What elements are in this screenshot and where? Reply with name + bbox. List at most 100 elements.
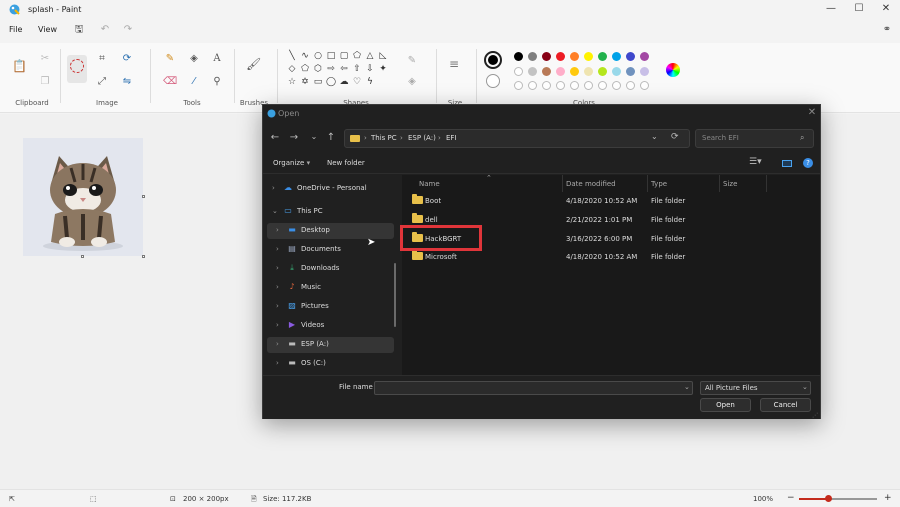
palette-row2-swatch-2[interactable]: [542, 67, 551, 76]
palette-row2-swatch-0[interactable]: [514, 67, 523, 76]
size-lines-icon[interactable]: ≡: [447, 57, 461, 71]
forward-arrow-icon[interactable]: →: [286, 132, 302, 143]
custom-color-slot-4[interactable]: [570, 81, 579, 90]
callout-oval-shape-icon[interactable]: ◯: [325, 77, 337, 87]
edit-colors-icon[interactable]: [666, 63, 680, 77]
expand-chevron-icon[interactable]: ›: [276, 283, 279, 291]
column-header-name[interactable]: Name: [419, 180, 440, 188]
arrow-up-shape-icon[interactable]: ⇧: [351, 64, 363, 74]
palette-row2-swatch-4[interactable]: [570, 67, 579, 76]
file-name-dropdown-chevron-icon[interactable]: ⌄: [684, 383, 690, 391]
dialog-close-button[interactable]: ✕: [804, 107, 820, 118]
organize-menu[interactable]: Organize ▾: [273, 159, 310, 167]
fill-shape-icon[interactable]: ◈: [405, 75, 419, 89]
line-shape-icon[interactable]: ╲: [286, 51, 298, 61]
palette-row1-swatch-1[interactable]: [528, 52, 537, 61]
expand-chevron-icon[interactable]: ›: [276, 340, 279, 348]
palette-row1-swatch-4[interactable]: [570, 52, 579, 61]
minimize-button[interactable]: —: [817, 0, 845, 19]
custom-color-slot-6[interactable]: [598, 81, 607, 90]
expand-chevron-icon[interactable]: ›: [276, 245, 279, 253]
arrow-left-shape-icon[interactable]: ⇦: [338, 64, 350, 74]
polygon-shape-icon[interactable]: ⬠: [351, 51, 363, 61]
copy-icon[interactable]: ❐: [38, 75, 52, 89]
nav-item-music[interactable]: › ♪ Music: [267, 280, 394, 296]
eraser-icon[interactable]: ⌫: [163, 75, 177, 89]
open-button[interactable]: Open: [700, 398, 751, 412]
nav-item-os-drive[interactable]: › ▬ OS (C:): [267, 356, 394, 372]
palette-row1-swatch-0[interactable]: [514, 52, 523, 61]
flip-icon[interactable]: ⇋: [120, 75, 134, 89]
palette-row1-swatch-3[interactable]: [556, 52, 565, 61]
palette-row1-swatch-5[interactable]: [584, 52, 593, 61]
file-row-boot[interactable]: Boot 4/18/2020 10:52 AM File folder: [402, 193, 820, 211]
nav-item-downloads[interactable]: › ⤓ Downloads: [267, 261, 394, 277]
arrow-right-shape-icon[interactable]: ⇨: [325, 64, 337, 74]
palette-row1-swatch-2[interactable]: [542, 52, 551, 61]
lightning-shape-icon[interactable]: ϟ: [364, 77, 376, 87]
curve-shape-icon[interactable]: ∿: [299, 51, 311, 61]
custom-color-slot-3[interactable]: [556, 81, 565, 90]
secondary-color-well[interactable]: [486, 74, 500, 88]
nav-item-onedrive[interactable]: › ☁ OneDrive - Personal: [263, 181, 390, 197]
breadcrumb-esp[interactable]: ESP (A:): [408, 134, 436, 142]
palette-row2-swatch-1[interactable]: [528, 67, 537, 76]
resize-handle-right[interactable]: [142, 195, 145, 198]
palette-row1-swatch-6[interactable]: [598, 52, 607, 61]
expand-chevron-icon[interactable]: ›: [276, 359, 279, 367]
view-options-icon[interactable]: ☰▾: [749, 157, 762, 167]
pentagon-shape-icon[interactable]: ⬠: [299, 64, 311, 74]
star6-shape-icon[interactable]: ✡: [299, 77, 311, 87]
palette-row2-swatch-7[interactable]: [612, 67, 621, 76]
custom-color-slot-9[interactable]: [640, 81, 649, 90]
palette-row1-swatch-9[interactable]: [640, 52, 649, 61]
zoom-out-button[interactable]: −: [787, 493, 795, 503]
nav-item-this-pc[interactable]: ⌄ ▭ This PC: [263, 204, 390, 220]
heart-shape-icon[interactable]: ♡: [351, 77, 363, 87]
shapes-gallery[interactable]: ╲ ∿ ○ □ ▢ ⬠ △ ◺ ◇ ⬠ ⬡ ⇨ ⇦ ⇧ ⇩ ✦ ☆ ✡ ▭ ◯ …: [286, 51, 392, 95]
rotate-icon[interactable]: ⟳: [120, 52, 134, 66]
undo-icon[interactable]: ↶: [98, 23, 112, 37]
brush-icon[interactable]: 🖌: [246, 57, 261, 71]
callout-cloud-shape-icon[interactable]: ☁: [338, 77, 350, 87]
nav-item-videos[interactable]: › ▶ Videos: [267, 318, 394, 334]
paste-icon[interactable]: 📋: [12, 59, 27, 73]
hexagon-shape-icon[interactable]: ⬡: [312, 64, 324, 74]
up-arrow-icon[interactable]: ↑: [323, 132, 339, 143]
breadcrumb-efi[interactable]: EFI: [446, 134, 457, 142]
palette-row1-swatch-7[interactable]: [612, 52, 621, 61]
arrow-down-shape-icon[interactable]: ⇩: [364, 64, 376, 74]
fill-icon[interactable]: ◈: [187, 52, 201, 66]
palette-row1-swatch-8[interactable]: [626, 52, 635, 61]
expand-chevron-icon[interactable]: ›: [276, 226, 279, 234]
triangle-shape-icon[interactable]: △: [364, 51, 376, 61]
address-bar[interactable]: › This PC › ESP (A:) › EFI ⌄ ⟳: [344, 129, 690, 148]
text-icon[interactable]: A: [210, 52, 224, 66]
menu-file[interactable]: File: [9, 25, 22, 34]
palette-row2-swatch-9[interactable]: [640, 67, 649, 76]
back-arrow-icon[interactable]: ←: [267, 132, 283, 143]
breadcrumb-this-pc[interactable]: This PC: [371, 134, 397, 142]
recent-locations-chevron-icon[interactable]: ⌄: [306, 132, 322, 141]
expand-chevron-icon[interactable]: ›: [276, 302, 279, 310]
custom-color-slot-8[interactable]: [626, 81, 635, 90]
callout-rect-shape-icon[interactable]: ▭: [312, 77, 324, 87]
zoom-in-button[interactable]: +: [884, 493, 892, 503]
share-icon[interactable]: ⚭: [880, 23, 894, 37]
save-icon[interactable]: 🖫: [72, 23, 86, 37]
expand-chevron-icon[interactable]: ›: [276, 264, 279, 272]
column-header-size[interactable]: Size: [723, 180, 737, 188]
primary-color-well[interactable]: [484, 51, 502, 69]
resize-grip-icon[interactable]: ⋰: [812, 412, 818, 419]
custom-color-slot-5[interactable]: [584, 81, 593, 90]
nav-scrollbar[interactable]: [394, 263, 396, 327]
palette-row2-swatch-3[interactable]: [556, 67, 565, 76]
custom-color-slot-0[interactable]: [514, 81, 523, 90]
pencil-icon[interactable]: ✎: [163, 52, 177, 66]
star4-shape-icon[interactable]: ✦: [377, 64, 389, 74]
resize-handle-bottom[interactable]: [81, 255, 84, 258]
palette-row2-swatch-8[interactable]: [626, 67, 635, 76]
resize-handle-corner[interactable]: [142, 255, 145, 258]
expand-chevron-icon[interactable]: ›: [276, 321, 279, 329]
file-name-input[interactable]: ⌄: [374, 381, 693, 395]
